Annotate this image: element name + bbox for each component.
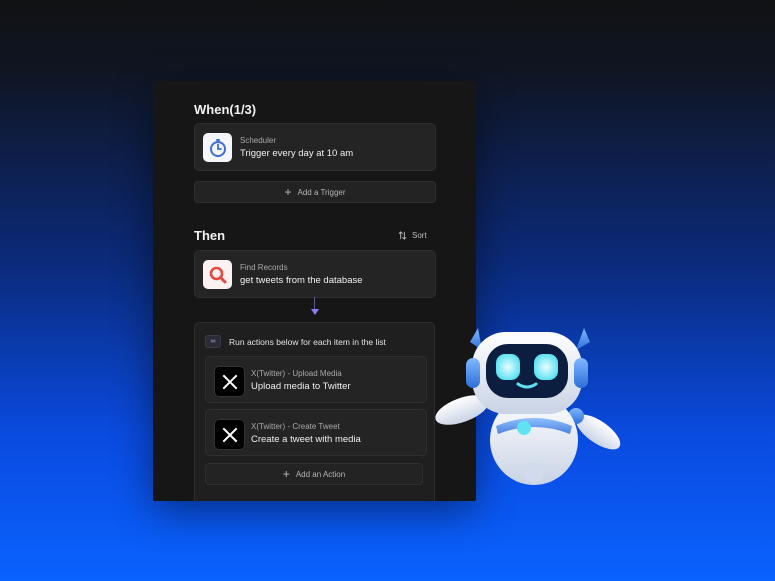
find-records-type-label: Find Records [240,263,288,272]
upload-media-description: Upload media to Twitter [251,381,351,392]
plus-icon: + [284,185,292,199]
create-tweet-description: Create a tweet with media [251,434,361,445]
add-action-button[interactable]: + Add an Action [205,463,423,485]
sort-label: Sort [412,231,427,240]
then-section-title: Then [194,228,226,243]
create-tweet-type-label: X(Twitter) - Create Tweet [251,422,340,431]
loop-icon: ∞ [205,335,221,348]
robot-mascot [435,328,621,485]
upload-media-action-card[interactable]: X(Twitter) - Upload Media Upload media t… [205,356,427,403]
sort-icon [398,231,407,240]
add-trigger-label: Add a Trigger [297,187,346,197]
magnifier-icon [203,260,232,289]
x-logo-icon [214,419,245,450]
add-trigger-button[interactable]: + Add a Trigger [194,181,436,203]
find-records-card[interactable]: Find Records get tweets from the databas… [194,250,436,298]
plus-icon: + [282,467,290,481]
loop-container: ∞ Run actions below for each item in the… [194,322,435,501]
x-logo-icon [214,366,245,397]
flow-arrow-icon [311,309,319,315]
find-records-description: get tweets from the database [240,275,363,286]
loop-label: Run actions below for each item in the l… [229,336,386,347]
create-tweet-action-card[interactable]: X(Twitter) - Create Tweet Create a tweet… [205,409,427,456]
add-action-label: Add an Action [295,469,346,479]
loop-header[interactable]: ∞ Run actions below for each item in the… [205,335,386,348]
sort-button[interactable]: Sort [398,231,427,240]
trigger-description: Trigger every day at 10 am [240,148,354,159]
stopwatch-icon [203,133,232,162]
when-section-title: When(1/3) [194,102,257,117]
upload-media-type-label: X(Twitter) - Upload Media [251,369,342,378]
scheduler-trigger-card[interactable]: Scheduler Trigger every day at 10 am [194,123,436,171]
trigger-type-label: Scheduler [240,136,277,145]
workflow-panel: When(1/3) Scheduler Trigger every day at… [153,81,476,501]
